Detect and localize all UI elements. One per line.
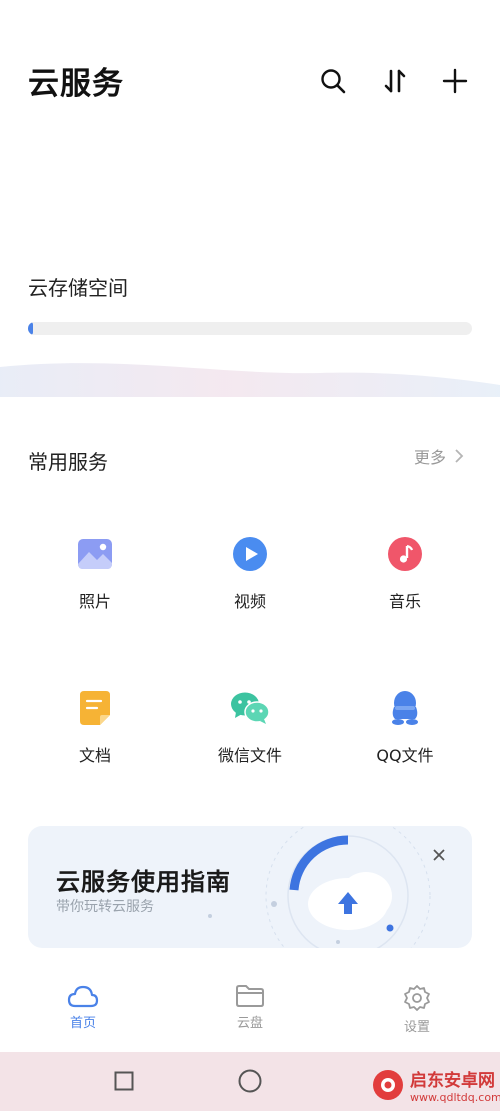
service-qq-files[interactable]: QQ文件 (330, 672, 480, 812)
service-label: QQ文件 (376, 746, 434, 765)
photo-icon (75, 534, 115, 574)
service-label: 微信文件 (217, 746, 282, 765)
add-button[interactable] (438, 64, 472, 98)
nav-label: 云盘 (236, 1016, 263, 1031)
sort-icon (384, 69, 406, 93)
cloud-icon (67, 985, 99, 1008)
nav-label: 设置 (403, 1020, 430, 1035)
service-label: 照片 (78, 592, 111, 611)
add-icon (442, 68, 468, 94)
music-icon (385, 534, 425, 574)
sort-button[interactable] (378, 64, 412, 98)
recent-apps-button[interactable] (114, 1071, 134, 1091)
watermark-url: www.qdltdq.com (410, 1091, 500, 1104)
square-icon (114, 1071, 134, 1091)
more-label: 更多 (414, 448, 447, 467)
service-label: 视频 (233, 592, 266, 611)
video-icon (230, 534, 270, 574)
guide-subtitle: 带你玩转云服务 (56, 899, 154, 915)
service-label: 音乐 (388, 592, 421, 611)
storage-progress-bar[interactable] (28, 322, 472, 335)
qq-icon (385, 688, 425, 728)
folder-icon (236, 985, 264, 1007)
service-label: 文档 (78, 746, 111, 765)
watermark: 启东安卓网 www.qdltdq.com (372, 1066, 500, 1104)
storage-label: 云存储空间 (28, 276, 128, 300)
circle-icon (238, 1069, 262, 1093)
guide-card[interactable]: 云服务使用指南 带你玩转云服务 (28, 826, 472, 948)
nav-cloud-drive[interactable]: 云盘 (210, 984, 290, 1031)
close-icon (433, 849, 445, 861)
close-guide-button[interactable] (428, 844, 450, 866)
chevron-right-icon (455, 449, 464, 463)
search-icon (321, 69, 346, 94)
watermark-name: 启东安卓网 (410, 1071, 495, 1091)
nav-home[interactable]: 首页 (43, 984, 123, 1031)
page-title: 云服务 (28, 66, 124, 102)
wechat-icon (230, 688, 270, 728)
service-music[interactable]: 音乐 (330, 518, 480, 658)
storage-progress-fill (28, 322, 34, 335)
service-videos[interactable]: 视频 (175, 518, 325, 658)
decorative-wave (0, 363, 500, 397)
home-button[interactable] (238, 1069, 262, 1093)
document-icon (75, 688, 115, 728)
service-documents[interactable]: 文档 (20, 672, 170, 812)
more-services-link[interactable]: 更多 (414, 444, 464, 468)
watermark-logo-icon (373, 1070, 403, 1100)
nav-label: 首页 (69, 1016, 96, 1031)
settings-icon (404, 985, 430, 1011)
nav-settings[interactable]: 设置 (377, 984, 457, 1035)
service-photos[interactable]: 照片 (20, 518, 170, 658)
services-section-title: 常用服务 (28, 450, 108, 474)
search-button[interactable] (316, 64, 350, 98)
service-wechat-files[interactable]: 微信文件 (175, 672, 325, 812)
